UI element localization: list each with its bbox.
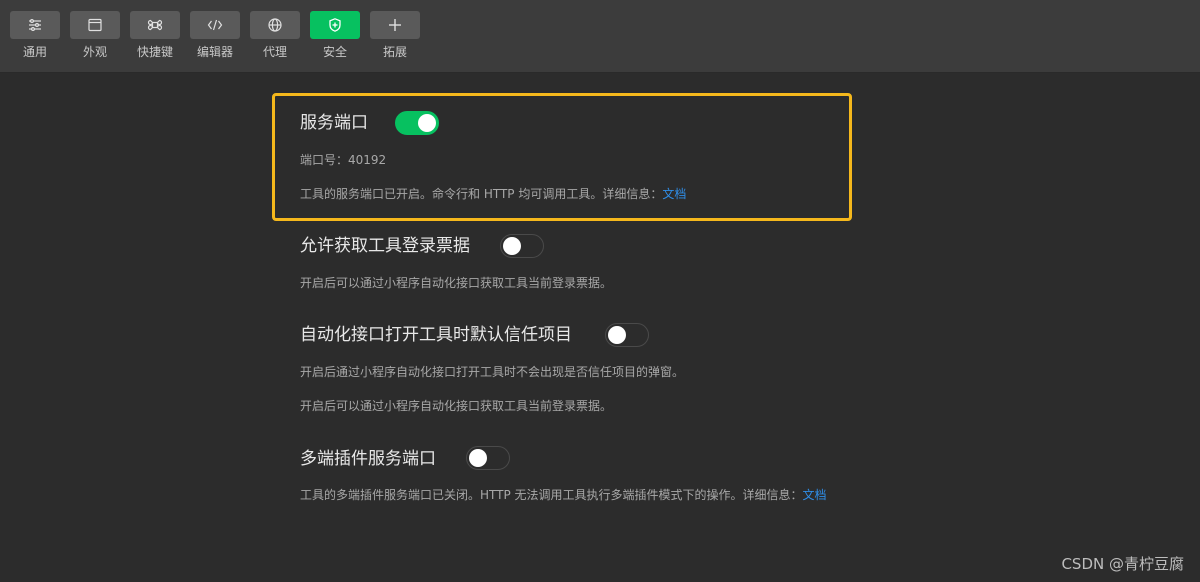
auto-trust-desc-2: 开启后可以通过小程序自动化接口获取工具当前登录票据。 — [300, 399, 613, 413]
tab-security-label: 安全 — [322, 45, 347, 59]
auto-trust-section: 自动化接口打开工具时默认信任项目 — [300, 324, 572, 346]
login-ticket-section: 允许获取工具登录票据 — [300, 235, 470, 257]
port-number-label: 端口号：40192 — [300, 153, 387, 167]
service-port-docs-link[interactable]: 文档 — [662, 187, 686, 201]
multi-port-toggle[interactable] — [466, 446, 510, 470]
multi-port-docs-link[interactable]: 文档 — [803, 488, 827, 502]
tab-extensions-label: 拓展 — [382, 45, 407, 59]
shield-icon — [329, 18, 341, 32]
tab-general-label: 通用 — [22, 45, 47, 59]
tab-appearance-label: 外观 — [82, 45, 107, 59]
service-port-desc: 工具的服务端口已开启。命令行和 HTTP 均可调用工具。详细信息：文档 — [300, 186, 686, 202]
settings-toolbar: 通用 外观 快捷键 编辑器 代理 安全 拓展 — [0, 0, 1200, 73]
sliders-icon — [29, 18, 41, 32]
tab-extensions[interactable]: 拓展 — [370, 11, 420, 59]
login-ticket-desc: 开启后可以通过小程序自动化接口获取工具当前登录票据。 — [300, 276, 613, 290]
service-port-desc-text: 工具的服务端口已开启。命令行和 HTTP 均可调用工具。详细信息： — [300, 187, 663, 201]
tab-proxy[interactable]: 代理 — [250, 11, 300, 59]
toggle-knob — [608, 326, 626, 344]
command-icon — [147, 19, 163, 31]
tab-proxy-button[interactable] — [250, 11, 300, 39]
tab-editor[interactable]: 编辑器 — [190, 11, 240, 59]
service-port-toggle[interactable] — [395, 111, 439, 135]
tab-editor-label: 编辑器 — [196, 45, 233, 59]
login-ticket-toggle[interactable] — [500, 234, 544, 258]
auto-trust-title: 自动化接口打开工具时默认信任项目 — [300, 325, 572, 345]
multi-port-section: 多端插件服务端口 — [300, 448, 436, 470]
tab-shortcuts-button[interactable] — [130, 11, 180, 39]
window-icon — [88, 18, 102, 32]
login-ticket-title: 允许获取工具登录票据 — [300, 236, 470, 256]
plus-icon — [389, 19, 401, 31]
toggle-knob — [469, 449, 487, 467]
service-port-title: 服务端口 — [300, 113, 368, 133]
toggle-knob — [418, 114, 436, 132]
tab-shortcuts[interactable]: 快捷键 — [130, 11, 180, 59]
tab-general-button[interactable] — [10, 11, 60, 39]
service-port-section: 服务端口 — [300, 112, 368, 134]
tab-security[interactable]: 安全 — [310, 11, 360, 59]
tab-proxy-label: 代理 — [262, 45, 287, 59]
multi-port-desc-text: 工具的多端插件服务端口已关闭。HTTP 无法调用工具执行多端插件模式下的操作。详… — [300, 488, 803, 502]
multi-port-title: 多端插件服务端口 — [300, 449, 436, 469]
watermark: CSDN @青柠豆腐 — [1061, 555, 1184, 573]
toggle-knob — [503, 237, 521, 255]
tab-appearance-button[interactable] — [70, 11, 120, 39]
tab-appearance[interactable]: 外观 — [70, 11, 120, 59]
tab-general[interactable]: 通用 — [10, 11, 60, 59]
tab-extensions-button[interactable] — [370, 11, 420, 39]
auto-trust-toggle[interactable] — [605, 323, 649, 347]
auto-trust-desc-1: 开启后通过小程序自动化接口打开工具时不会出现是否信任项目的弹窗。 — [300, 365, 685, 379]
multi-port-desc: 工具的多端插件服务端口已关闭。HTTP 无法调用工具执行多端插件模式下的操作。详… — [300, 487, 827, 503]
tab-shortcuts-label: 快捷键 — [136, 45, 173, 59]
tab-security-button[interactable] — [310, 11, 360, 39]
code-icon — [207, 19, 223, 31]
tab-editor-button[interactable] — [190, 11, 240, 39]
globe-icon — [268, 18, 282, 32]
